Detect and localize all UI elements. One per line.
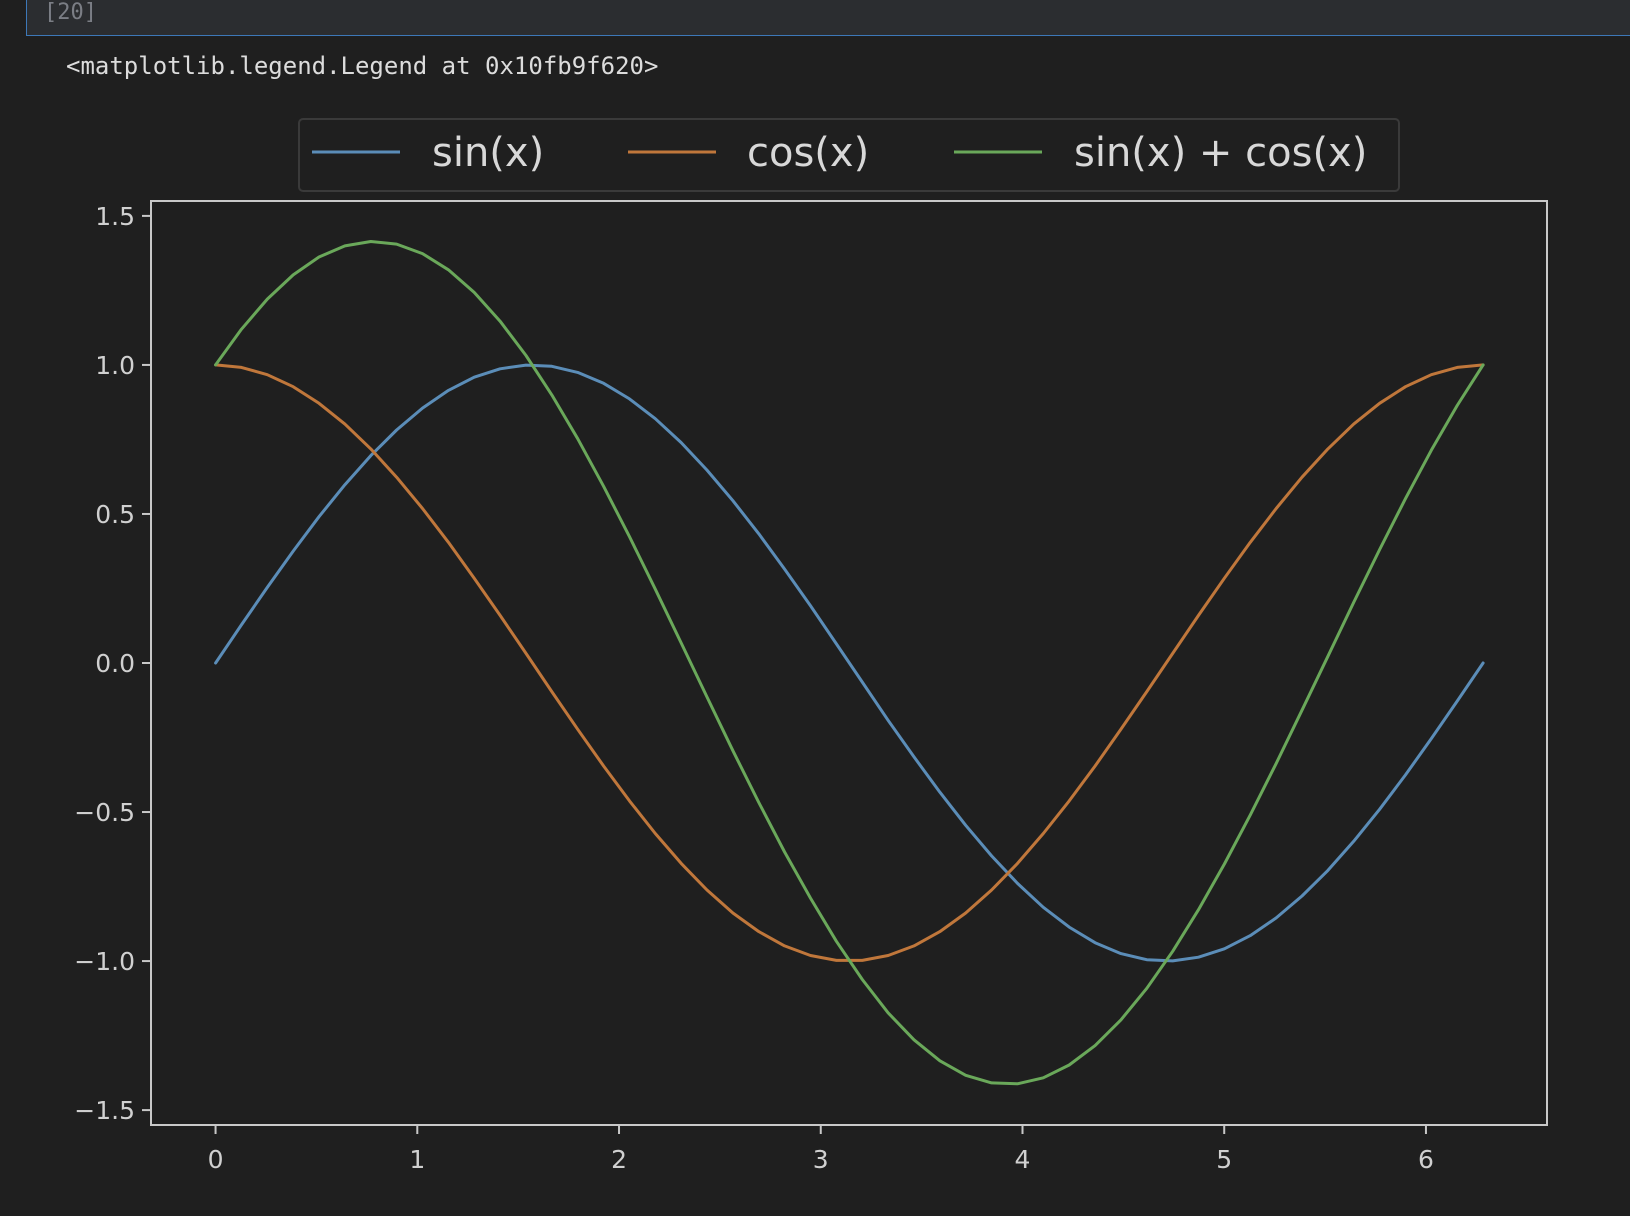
y-axis: 1.5 1.0 0.5 0.0 −0.5 −1.0 −1.5 [74,202,151,1125]
legend-label-0: sin(x) [432,130,544,176]
x-tick-label: 2 [611,1145,627,1174]
chart-legend: sin(x) cos(x) sin(x) + cos(x) [298,118,1400,192]
y-tick-label: −0.5 [74,798,135,827]
x-tick-label: 1 [409,1145,425,1174]
legend-label-1: cos(x) [747,130,869,176]
y-tick-label: 1.0 [95,351,135,380]
line-chart: sin(x) cos(x) sin(x) + cos(x) 1.5 1.0 0.5 0.0… [74,118,1548,1174]
x-axis: 0 1 2 3 4 5 6 [208,1125,1434,1174]
x-tick-label: 3 [813,1145,829,1174]
plot-lines [214,240,1485,1086]
y-tick-label: 0.5 [95,500,135,529]
series-line-0 [214,363,1485,963]
x-tick-label: 6 [1418,1145,1434,1174]
y-tick-label: −1.5 [74,1096,135,1125]
y-tick-label: 0.0 [95,649,135,678]
legend-label-2: sin(x) + cos(x) [1074,130,1367,176]
x-tick-label: 0 [208,1145,224,1174]
y-tick-label: −1.0 [74,947,135,976]
x-tick-label: 4 [1015,1145,1031,1174]
y-tick-label: 1.5 [95,202,135,231]
x-tick-label: 5 [1216,1145,1232,1174]
